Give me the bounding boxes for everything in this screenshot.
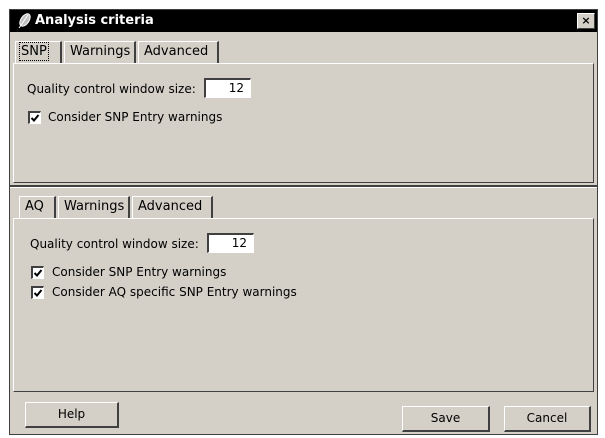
aq-snp-entry-warnings-label: Consider SNP Entry warnings [52,265,227,279]
aq-specific-warnings-label: Consider AQ specific SNP Entry warnings [52,285,297,299]
tab-aq[interactable]: AQ [19,196,56,218]
cancel-button[interactable]: Cancel [504,406,591,432]
qc-window-input[interactable]: 12 [204,78,251,98]
qc-window-label: Quality control window size: [27,82,196,96]
snp-entry-warnings-label: Consider SNP Entry warnings [48,110,223,124]
analysis-criteria-dialog: Analysis criteria × SNP Warnings Advance… [9,9,598,435]
check-icon [33,269,43,277]
tab-aq-advanced-label: Advanced [138,199,203,214]
tab-aq-advanced[interactable]: Advanced [132,196,213,218]
tab-aq-label: AQ [25,199,44,214]
tab-warnings[interactable]: Warnings [64,41,136,63]
window-title: Analysis criteria [35,13,154,28]
close-icon: × [581,14,591,27]
check-icon [33,289,43,297]
aq-tab-content: Quality control window size: 12 Consider… [13,218,594,392]
aq-snp-entry-warnings-checkbox[interactable] [31,266,44,279]
tab-advanced[interactable]: Advanced [138,41,219,63]
aq-qc-window-label: Quality control window size: [30,237,199,251]
tab-aq-warnings-label: Warnings [64,199,125,214]
tab-advanced-label: Advanced [144,44,209,59]
title-bar[interactable]: Analysis criteria × [10,10,597,32]
tab-aq-warnings[interactable]: Warnings [58,196,130,218]
panel-divider [10,185,597,188]
close-button[interactable]: × [577,13,595,29]
help-button[interactable]: Help [25,402,119,428]
check-icon [30,114,40,122]
aq-specific-warnings-checkbox[interactable] [31,286,44,299]
snp-tab-content: Quality control window size: 12 Consider… [13,63,594,183]
feather-icon [18,13,31,29]
tab-snp-label: SNP [19,42,49,61]
aq-qc-window-input[interactable]: 12 [207,233,254,253]
snp-entry-warnings-checkbox[interactable] [28,111,41,124]
tab-warnings-label: Warnings [70,44,131,59]
save-button[interactable]: Save [402,406,490,432]
tab-snp[interactable]: SNP [15,41,62,63]
